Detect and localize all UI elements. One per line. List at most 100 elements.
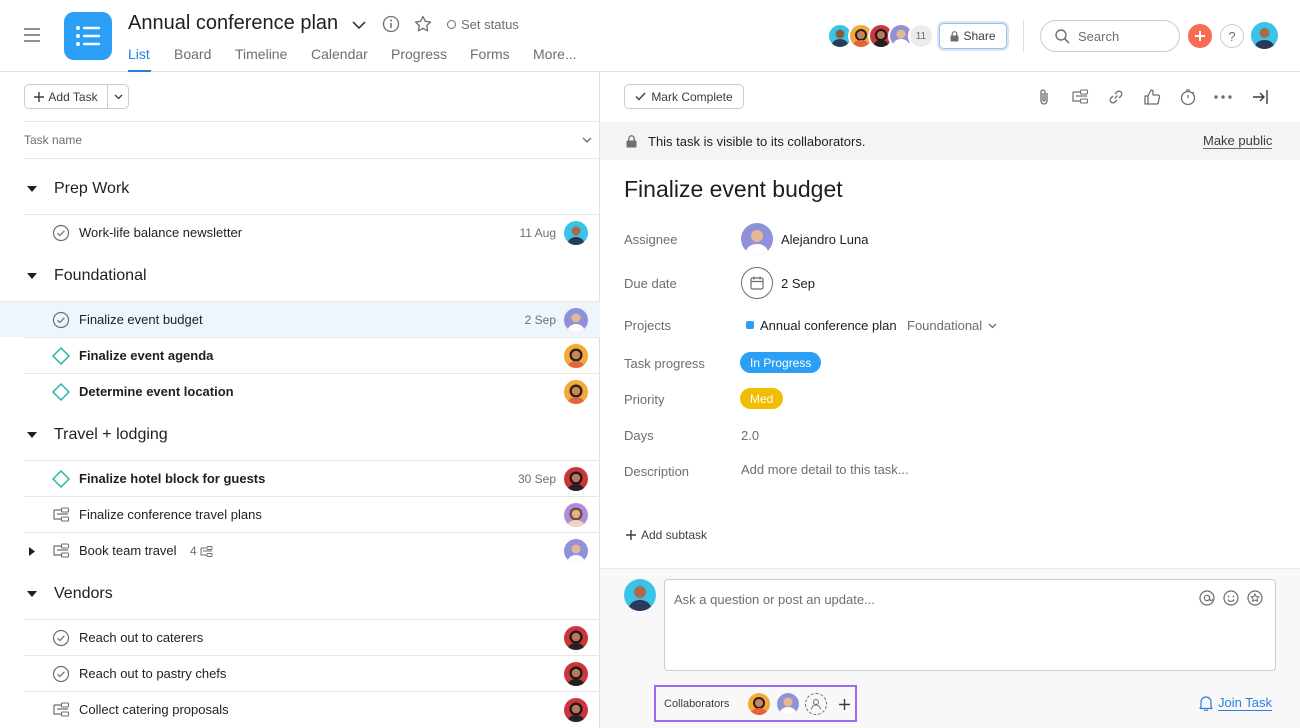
member-count-badge[interactable]: 11	[908, 23, 934, 49]
triangle-down-icon[interactable]	[26, 185, 38, 193]
collaborator-avatar[interactable]	[777, 693, 799, 715]
close-pane-icon[interactable]	[1251, 88, 1269, 106]
project-title[interactable]: Annual conference plan	[128, 12, 338, 35]
task-row[interactable]: Determine event location	[24, 373, 600, 409]
add-task-dropdown[interactable]	[108, 85, 128, 108]
section-name: Travel + lodging	[54, 426, 168, 443]
info-icon[interactable]	[382, 15, 400, 33]
comment-input[interactable]: Ask a question or post an update...	[664, 579, 1276, 671]
plus-icon	[1194, 30, 1206, 42]
make-public-link[interactable]: Make public	[1203, 133, 1273, 149]
section-header[interactable]: Foundational	[0, 255, 600, 297]
assignee-name[interactable]: Alejandro Luna	[781, 232, 868, 247]
more-options-icon[interactable]	[1214, 95, 1232, 99]
milestone-diamond-icon[interactable]	[52, 470, 70, 488]
task-row[interactable]: Finalize hotel block for guests 30 Sep	[24, 460, 600, 496]
section-header[interactable]: Travel + lodging	[0, 414, 600, 456]
join-task-button[interactable]: Join Task	[1199, 695, 1272, 711]
mark-complete-button[interactable]: Mark Complete	[624, 84, 744, 109]
assignee-avatar[interactable]	[741, 223, 773, 255]
star-icon[interactable]	[414, 15, 432, 33]
task-row[interactable]: Reach out to caterers	[24, 619, 600, 655]
link-icon[interactable]	[1107, 88, 1125, 106]
chevron-down-icon[interactable]	[582, 137, 592, 144]
tab-calendar[interactable]: Calendar	[311, 46, 368, 62]
task-title[interactable]: Finalize event budget	[624, 176, 843, 203]
chevron-down-icon[interactable]	[352, 20, 366, 30]
check-circle-icon[interactable]	[52, 665, 70, 683]
search-placeholder: Search	[1078, 28, 1120, 44]
timer-icon[interactable]	[1179, 88, 1197, 106]
triangle-down-icon[interactable]	[26, 431, 38, 439]
tab-timeline[interactable]: Timeline	[235, 46, 287, 62]
set-status-button[interactable]: Set status	[447, 17, 519, 32]
priority-pill[interactable]: Med	[740, 388, 784, 409]
task-progress-pill[interactable]: In Progress	[740, 352, 822, 373]
add-subtask-button[interactable]: Add subtask	[626, 528, 707, 542]
due-date-value[interactable]: 2 Sep	[781, 276, 815, 291]
subtask-count-badge[interactable]: 4	[190, 544, 213, 558]
project-name[interactable]: Annual conference plan	[760, 318, 897, 333]
subtask-icon[interactable]	[52, 542, 70, 560]
tab-more[interactable]: More...	[533, 46, 577, 62]
user-avatar[interactable]	[1251, 22, 1278, 49]
emoji-icon[interactable]	[1223, 590, 1239, 606]
milestone-diamond-icon[interactable]	[52, 383, 70, 401]
tab-progress[interactable]: Progress	[391, 46, 447, 62]
tab-list[interactable]: List	[128, 46, 150, 62]
tab-forms[interactable]: Forms	[470, 46, 510, 62]
add-collaborator-icon[interactable]	[805, 693, 827, 715]
task-row[interactable]: Work-life balance newsletter 11 Aug	[24, 214, 600, 250]
sidebar-toggle-icon[interactable]	[24, 28, 40, 42]
check-circle-icon[interactable]	[52, 629, 70, 647]
check-circle-icon[interactable]	[52, 224, 70, 242]
project-color-dot	[746, 321, 754, 329]
appreciation-star-icon[interactable]	[1247, 590, 1263, 606]
subtask-icon[interactable]	[52, 701, 70, 719]
task-row-selected[interactable]: Finalize event budget 2 Sep	[0, 301, 600, 337]
check-circle-icon[interactable]	[52, 311, 70, 329]
subtask-icon[interactable]	[1071, 88, 1089, 106]
collaborator-avatar[interactable]	[748, 693, 770, 715]
task-row[interactable]: Finalize event agenda	[24, 337, 600, 373]
section-selector[interactable]: Foundational	[907, 318, 997, 333]
triangle-down-icon[interactable]	[26, 590, 38, 598]
help-button[interactable]: ?	[1220, 24, 1244, 48]
calendar-icon[interactable]	[741, 267, 773, 299]
assignee-avatar[interactable]	[564, 221, 588, 245]
share-button[interactable]: Share	[939, 23, 1007, 49]
paperclip-icon[interactable]	[1036, 88, 1052, 106]
task-row[interactable]: Finalize conference travel plans	[24, 496, 600, 532]
triangle-right-icon[interactable]	[28, 546, 36, 557]
description-field[interactable]: Add more detail to this task...	[741, 462, 909, 477]
assignee-avatar[interactable]	[564, 380, 588, 404]
assignee-avatar[interactable]	[564, 467, 588, 491]
add-subtask-label: Add subtask	[641, 528, 708, 542]
days-value[interactable]: 2.0	[741, 428, 759, 443]
assignee-avatar[interactable]	[564, 503, 588, 527]
add-task-button[interactable]: Add Task	[25, 85, 108, 108]
section-name: Prep Work	[54, 180, 130, 197]
task-row[interactable]: Book team travel 4	[24, 532, 600, 568]
assignee-avatar[interactable]	[564, 662, 588, 686]
assignee-avatar[interactable]	[564, 539, 588, 563]
search-input[interactable]: Search	[1040, 20, 1180, 52]
plus-icon[interactable]	[839, 699, 850, 710]
task-row[interactable]: Collect catering proposals	[24, 691, 600, 727]
column-header-label: Task name	[24, 133, 83, 147]
milestone-diamond-icon[interactable]	[52, 347, 70, 365]
thumbs-up-icon[interactable]	[1143, 88, 1161, 106]
task-row[interactable]: Reach out to pastry chefs	[24, 655, 600, 691]
mention-icon[interactable]	[1199, 590, 1215, 606]
assignee-avatar[interactable]	[564, 344, 588, 368]
quick-add-button[interactable]	[1188, 24, 1212, 48]
section-header[interactable]: Vendors	[0, 573, 600, 615]
section-header[interactable]: Prep Work	[0, 168, 600, 210]
triangle-down-icon[interactable]	[26, 272, 38, 280]
assignee-avatar[interactable]	[564, 308, 588, 332]
column-header-task-name[interactable]: Task name	[24, 121, 600, 159]
assignee-avatar[interactable]	[564, 626, 588, 650]
subtask-icon[interactable]	[52, 506, 70, 524]
assignee-avatar[interactable]	[564, 698, 588, 722]
tab-board[interactable]: Board	[174, 46, 211, 62]
